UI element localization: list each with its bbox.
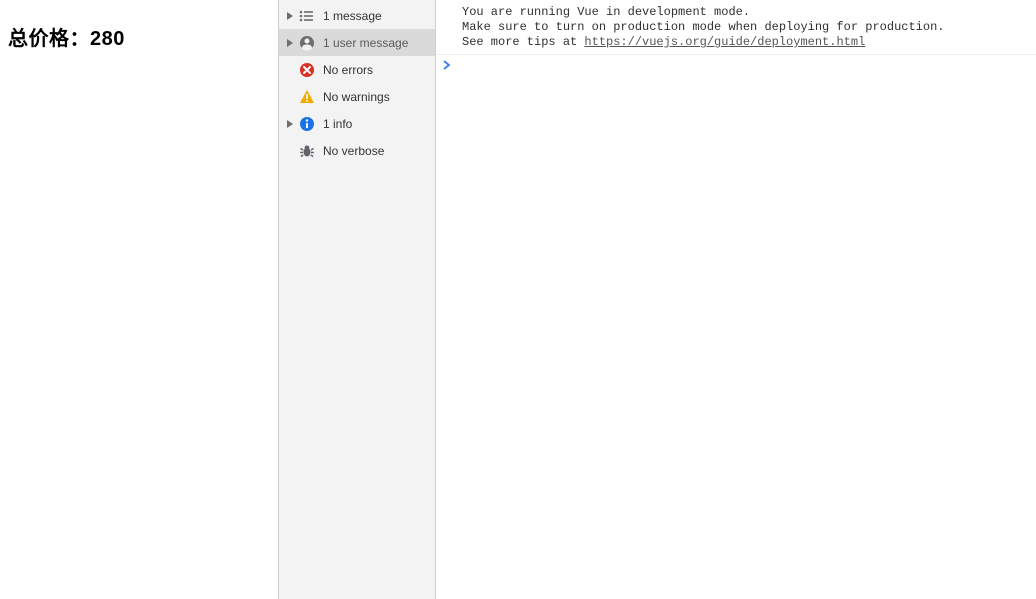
sidebar-item-label: 1 user message — [323, 36, 408, 50]
sidebar-item-warnings[interactable]: No warnings — [279, 83, 435, 110]
warning-icon — [299, 89, 315, 105]
app-content-panel: 总价格：280 — [0, 0, 278, 599]
total-price-label: 总价格：280 — [8, 22, 270, 51]
sidebar-item-info[interactable]: 1 info — [279, 110, 435, 137]
disclosure-triangle-icon[interactable] — [285, 119, 295, 129]
sidebar-item-label: 1 message — [323, 9, 382, 23]
sidebar-item-messages[interactable]: 1 message — [279, 2, 435, 29]
sidebar-item-label: 1 info — [323, 117, 352, 131]
list-icon — [299, 8, 315, 24]
disclosure-triangle-icon[interactable] — [285, 11, 295, 21]
chevron-right-icon — [442, 59, 452, 71]
console-line: You are running Vue in development mode. — [462, 5, 1026, 20]
console-panel: You are running Vue in development mode.… — [436, 0, 1036, 599]
info-icon — [299, 116, 315, 132]
user-icon — [299, 35, 315, 51]
console-link[interactable]: https://vuejs.org/guide/deployment.html — [584, 35, 865, 49]
error-icon — [299, 62, 315, 78]
bug-icon — [299, 143, 315, 159]
sidebar-item-label: No verbose — [323, 144, 384, 158]
console-text: See more tips at — [462, 35, 584, 49]
sidebar-item-verbose[interactable]: No verbose — [279, 137, 435, 164]
console-sidebar: 1 message 1 user message No errors — [278, 0, 436, 599]
console-line: Make sure to turn on production mode whe… — [462, 20, 1026, 35]
sidebar-item-errors[interactable]: No errors — [279, 56, 435, 83]
sidebar-item-user-messages[interactable]: 1 user message — [279, 29, 435, 56]
console-message[interactable]: You are running Vue in development mode.… — [436, 0, 1036, 55]
sidebar-item-label: No warnings — [323, 90, 390, 104]
console-line: See more tips at https://vuejs.org/guide… — [462, 35, 1026, 50]
console-prompt[interactable] — [436, 55, 1036, 74]
disclosure-triangle-icon[interactable] — [285, 38, 295, 48]
sidebar-item-label: No errors — [323, 63, 373, 77]
